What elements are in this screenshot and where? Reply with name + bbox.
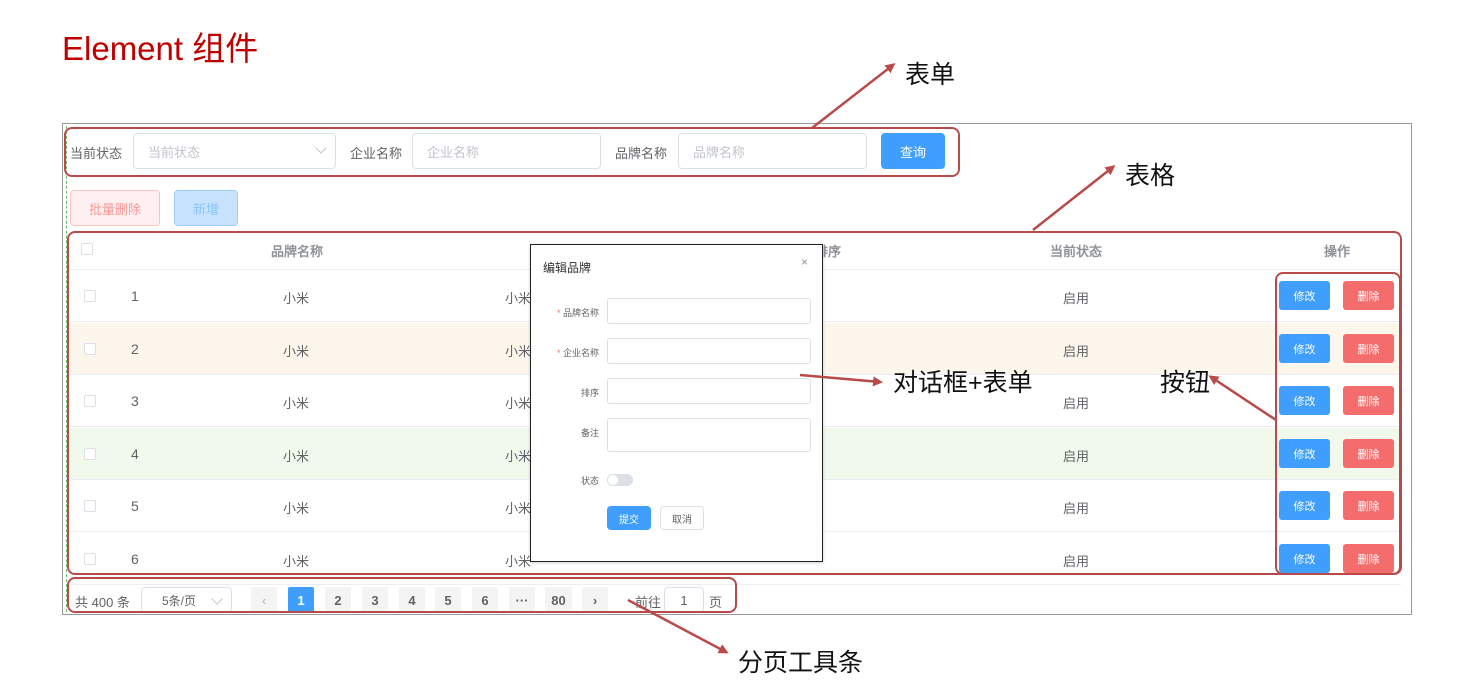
annotation-buttons: 按钮 — [1160, 369, 1211, 397]
form-arrow — [811, 63, 896, 129]
annotation-dialog-form: 对话框+表单 — [893, 369, 1033, 397]
buttons-arrow — [1208, 375, 1277, 422]
table-arrow — [1032, 165, 1116, 231]
pagination-arrow — [627, 598, 729, 654]
dialog-arrow — [799, 373, 883, 387]
annotation-pagination: 分页工具条 — [738, 649, 864, 677]
annotation-table: 表格 — [1125, 162, 1176, 190]
annotation-form: 表单 — [905, 61, 956, 89]
annotation-arrows — [627, 63, 1277, 654]
